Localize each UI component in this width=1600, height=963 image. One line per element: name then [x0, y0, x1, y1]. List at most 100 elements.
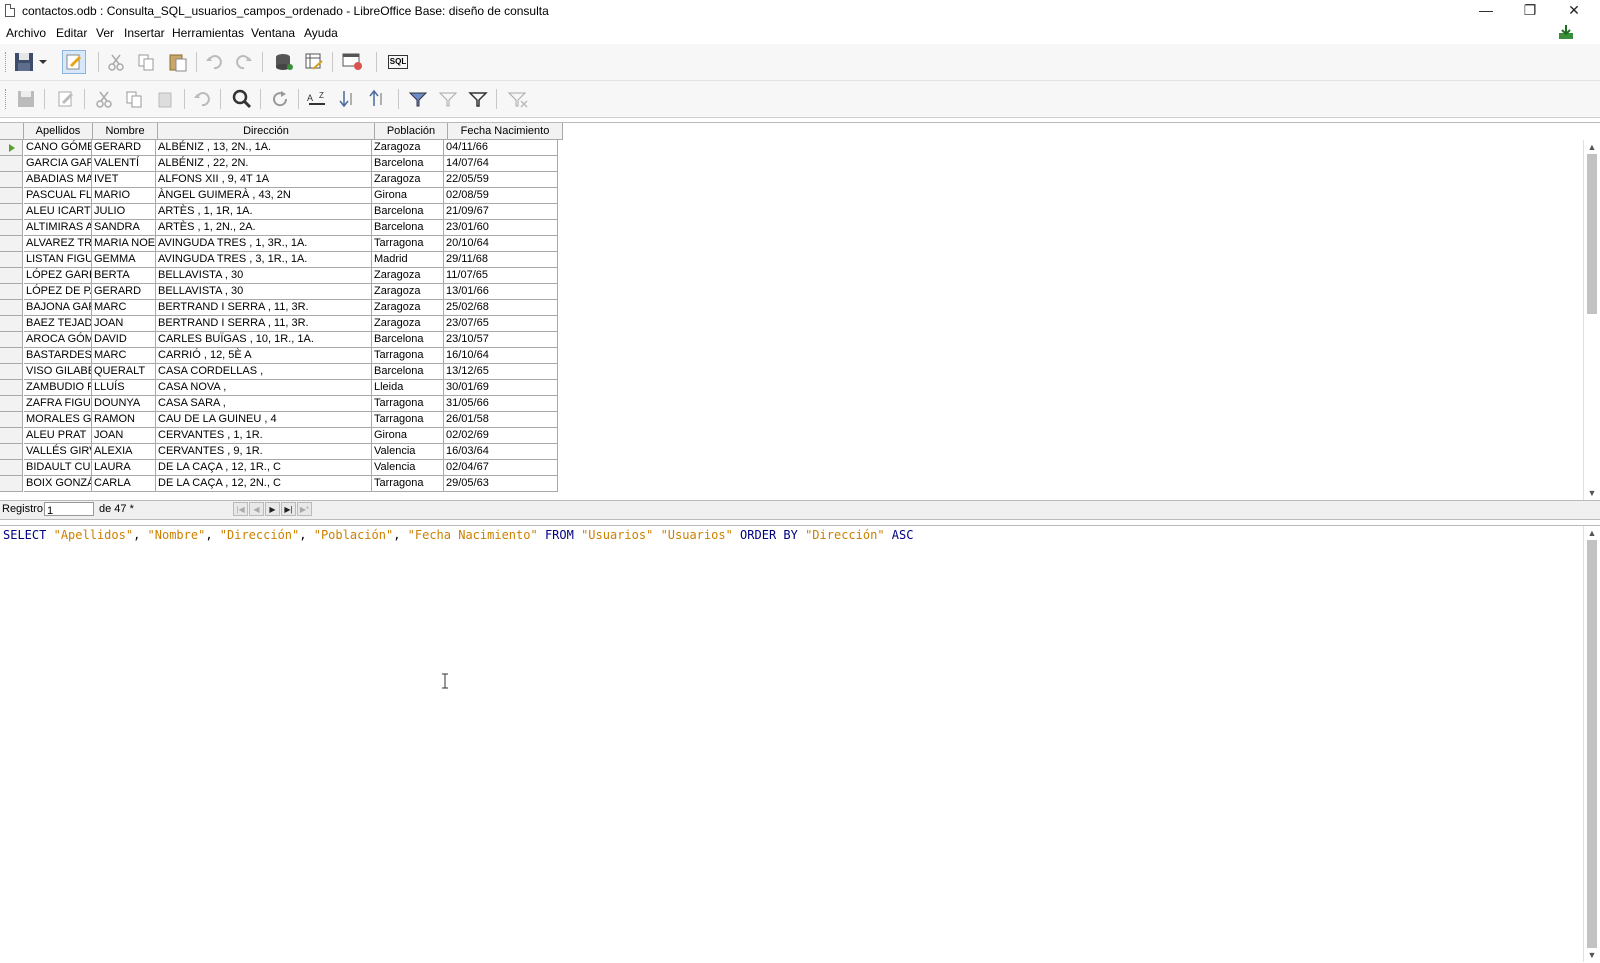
- cell-nombre[interactable]: JULIO: [92, 204, 156, 219]
- row-header[interactable]: [0, 412, 23, 428]
- row-header[interactable]: [0, 252, 23, 268]
- cell-poblacion[interactable]: Zaragoza: [372, 284, 444, 299]
- cut-icon[interactable]: [104, 50, 128, 74]
- cell-direccion[interactable]: CARLES BUÏGAS , 10, 1R., 1A.: [156, 332, 372, 347]
- cell-poblacion[interactable]: Lleida: [372, 380, 444, 395]
- cell-apellidos[interactable]: CANO GÓMEZ: [24, 140, 92, 155]
- cell-fecha-nacimiento[interactable]: 13/01/66: [444, 284, 558, 299]
- new-record-icon[interactable]: ▶*: [297, 502, 312, 516]
- cell-fecha-nacimiento[interactable]: 02/02/69: [444, 428, 558, 443]
- menu-archivo[interactable]: Archivo: [6, 26, 46, 40]
- row-header[interactable]: [0, 140, 23, 156]
- table-row[interactable]: VALLÉS GIRVENTALEXIACERVANTES , 9, 1R.Va…: [24, 444, 558, 460]
- cell-fecha-nacimiento[interactable]: 21/09/67: [444, 204, 558, 219]
- col-header-apellidos[interactable]: Apellidos: [24, 123, 93, 139]
- standard-filter-icon[interactable]: [466, 87, 490, 111]
- cell-direccion[interactable]: ALBÉNIZ , 22, 2N.: [156, 156, 372, 171]
- row-header[interactable]: [0, 316, 23, 332]
- first-record-icon[interactable]: |◀: [233, 502, 248, 516]
- cell-apellidos[interactable]: LÓPEZ GARRIDO: [24, 268, 92, 283]
- col-header-nombre[interactable]: Nombre: [93, 123, 158, 139]
- cell-nombre[interactable]: QUERALT: [92, 364, 156, 379]
- row-header[interactable]: [0, 364, 23, 380]
- cell-fecha-nacimiento[interactable]: 04/11/66: [444, 140, 558, 155]
- menu-ventana[interactable]: Ventana: [251, 26, 295, 40]
- row-header[interactable]: [0, 300, 23, 316]
- cell-poblacion[interactable]: Zaragoza: [372, 140, 444, 155]
- row-header[interactable]: [0, 268, 23, 284]
- table-row[interactable]: BIDAULT CUEVASLAURADE LA CAÇA , 12, 1R.,…: [24, 460, 558, 476]
- cell-poblacion[interactable]: Zaragoza: [372, 300, 444, 315]
- menu-ver[interactable]: Ver: [96, 26, 114, 40]
- row-header[interactable]: [0, 204, 23, 220]
- cell-fecha-nacimiento[interactable]: 23/07/65: [444, 316, 558, 331]
- paste-icon[interactable]: [154, 87, 178, 111]
- cell-poblacion[interactable]: Tarragona: [372, 412, 444, 427]
- cell-poblacion[interactable]: Barcelona: [372, 332, 444, 347]
- minimize-button[interactable]: —: [1464, 0, 1508, 22]
- cell-nombre[interactable]: JOAN: [92, 428, 156, 443]
- cell-apellidos[interactable]: LÓPEZ DE PABLO: [24, 284, 92, 299]
- menu-insertar[interactable]: Insertar: [124, 26, 165, 40]
- cell-nombre[interactable]: LLUÍS: [92, 380, 156, 395]
- cell-nombre[interactable]: GEMMA: [92, 252, 156, 267]
- cell-poblacion[interactable]: Tarragona: [372, 476, 444, 491]
- cell-apellidos[interactable]: BAJONA GARCIA: [24, 300, 92, 315]
- cell-direccion[interactable]: ARTÈS , 1, 2N., 2A.: [156, 220, 372, 235]
- redo-icon[interactable]: [232, 50, 256, 74]
- row-header[interactable]: [0, 172, 23, 188]
- row-header[interactable]: [0, 396, 23, 412]
- run-sql-direct-icon[interactable]: SQL: [386, 50, 410, 74]
- grid-vertical-scrollbar[interactable]: ▲ ▼: [1583, 140, 1600, 500]
- cell-apellidos[interactable]: ZAMBUDIO FERRER: [24, 380, 92, 395]
- table-row[interactable]: VISO GILABERTQUERALTCASA CORDELLAS ,Barc…: [24, 364, 558, 380]
- cell-poblacion[interactable]: Tarragona: [372, 396, 444, 411]
- cell-apellidos[interactable]: VALLÉS GIRVENT: [24, 444, 92, 459]
- restore-button[interactable]: ❐: [1508, 0, 1552, 22]
- dropdown-arrow-icon[interactable]: [38, 50, 48, 74]
- cell-nombre[interactable]: GERARD: [92, 284, 156, 299]
- previous-record-icon[interactable]: ◀: [249, 502, 264, 516]
- cell-fecha-nacimiento[interactable]: 23/01/60: [444, 220, 558, 235]
- cell-apellidos[interactable]: LISTAN FIGUERAS: [24, 252, 92, 267]
- cell-fecha-nacimiento[interactable]: 26/01/58: [444, 412, 558, 427]
- refresh-icon[interactable]: [268, 87, 292, 111]
- cell-nombre[interactable]: IVET: [92, 172, 156, 187]
- cell-nombre[interactable]: CARLA: [92, 476, 156, 491]
- cell-direccion[interactable]: CARRIÓ , 12, 5È A: [156, 348, 372, 363]
- cell-direccion[interactable]: AVINGUDA TRES , 1, 3R., 1A.: [156, 236, 372, 251]
- sql-vertical-scrollbar[interactable]: ▲ ▼: [1583, 526, 1600, 962]
- cell-fecha-nacimiento[interactable]: 14/07/64: [444, 156, 558, 171]
- cell-fecha-nacimiento[interactable]: 31/05/66: [444, 396, 558, 411]
- cell-apellidos[interactable]: ABADIAS MARTÍ: [24, 172, 92, 187]
- table-row[interactable]: BAJONA GARCIAMARCBERTRAND I SERRA , 11, …: [24, 300, 558, 316]
- cell-direccion[interactable]: DE LA CAÇA , 12, 1R., C: [156, 460, 372, 475]
- scroll-up-icon[interactable]: ▲: [1584, 526, 1600, 540]
- scroll-down-icon[interactable]: ▼: [1584, 486, 1600, 500]
- col-header-fecha-nacimiento[interactable]: Fecha Nacimiento: [448, 123, 563, 139]
- row-header[interactable]: [0, 460, 23, 476]
- record-number-input[interactable]: 1: [44, 502, 94, 517]
- cell-apellidos[interactable]: PASCUAL FLORES: [24, 188, 92, 203]
- paste-icon[interactable]: [166, 50, 190, 74]
- cell-direccion[interactable]: AVINGUDA TRES , 3, 1R., 1A.: [156, 252, 372, 267]
- row-header[interactable]: [0, 220, 23, 236]
- cell-poblacion[interactable]: Valencia: [372, 460, 444, 475]
- scroll-thumb[interactable]: [1587, 154, 1597, 314]
- cell-direccion[interactable]: ARTÈS , 1, 1R, 1A.: [156, 204, 372, 219]
- cell-direccion[interactable]: CASA NOVA ,: [156, 380, 372, 395]
- update-available-icon[interactable]: [1558, 24, 1574, 40]
- clear-query-icon[interactable]: [302, 50, 326, 74]
- cell-apellidos[interactable]: BOIX GONZÁLEZ: [24, 476, 92, 491]
- table-row[interactable]: LISTAN FIGUERASGEMMAAVINGUDA TRES , 3, 1…: [24, 252, 558, 268]
- cell-nombre[interactable]: DAVID: [92, 332, 156, 347]
- cell-poblacion[interactable]: Barcelona: [372, 204, 444, 219]
- copy-icon[interactable]: [122, 87, 146, 111]
- cell-apellidos[interactable]: GARCIA GARCIA: [24, 156, 92, 171]
- menu-editar[interactable]: Editar: [56, 26, 87, 40]
- cell-poblacion[interactable]: Zaragoza: [372, 268, 444, 283]
- find-record-icon[interactable]: [230, 87, 254, 111]
- next-record-icon[interactable]: ▶: [265, 502, 280, 516]
- cell-poblacion[interactable]: Tarragona: [372, 348, 444, 363]
- cell-poblacion[interactable]: Zaragoza: [372, 316, 444, 331]
